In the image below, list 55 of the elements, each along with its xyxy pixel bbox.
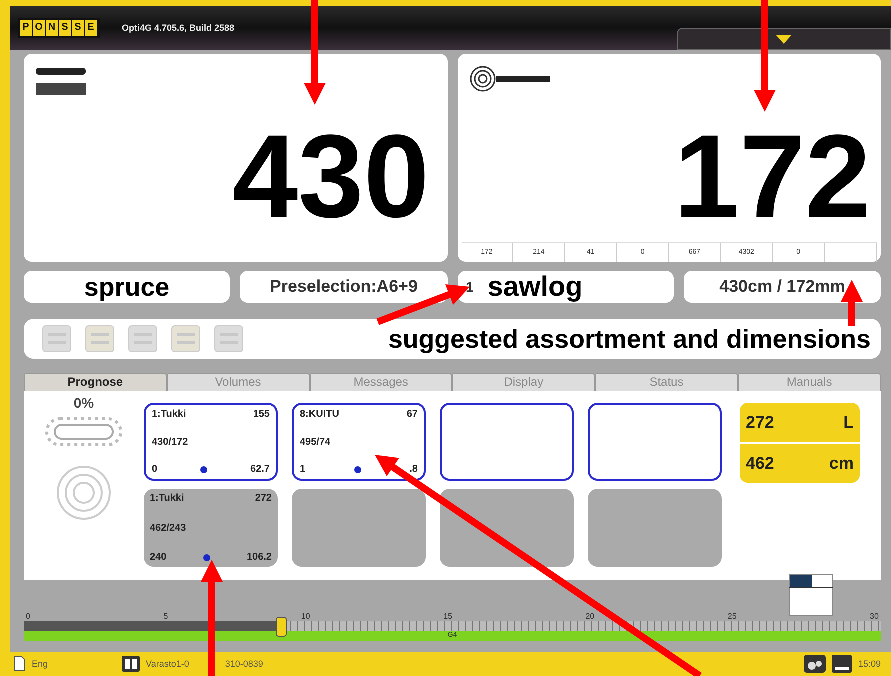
file-name-text: Varasto1-0 (146, 659, 190, 669)
summary-value: 462 (746, 454, 774, 474)
logo-letter: N (46, 20, 58, 36)
card-name: 8:KUITU (300, 409, 340, 420)
card-right-value: 106.2 (246, 552, 272, 563)
preselection-label: Preselection:A6+9 (240, 271, 448, 303)
logo-letter: P (20, 20, 32, 36)
tab[interactable]: Manuals (738, 373, 881, 391)
card-right-value: 62.7 (250, 464, 270, 475)
tab[interactable]: Prognose (24, 373, 167, 391)
version-text: Opti4G 4.705.6, Build 2588 (122, 23, 235, 33)
logo-letter: E (85, 20, 97, 36)
tab[interactable]: Status (595, 373, 738, 391)
scale-tick-label: 25 (728, 612, 737, 621)
tab[interactable]: Messages (310, 373, 452, 391)
logo-letter: S (72, 20, 84, 36)
percent-text: 0% (74, 395, 94, 411)
card-count: 67 (406, 409, 418, 420)
logo-letter: S (59, 20, 71, 36)
card-right-value: .8 (410, 464, 418, 475)
tab[interactable]: Volumes (166, 373, 310, 391)
prognose-card[interactable]: 8:KUITU 67 495/74 1 .8 (292, 403, 426, 481)
card-count: 272 (255, 493, 272, 504)
summary-value: 272 (746, 412, 774, 432)
prognose-card[interactable]: 1:Tukki 155 430/172 0 62.7 (144, 403, 278, 481)
scale-tick-label: 30 (870, 612, 879, 621)
scale-tick-label: 20 (586, 612, 595, 621)
species-label: spruce (24, 271, 230, 303)
card-name: 1:Tukki (150, 493, 184, 504)
card-name: 1:Tukki (152, 409, 186, 420)
scale-tick-label: 10 (301, 612, 310, 621)
tab[interactable]: Display (452, 373, 596, 391)
card-size: 495/74 (300, 436, 331, 448)
length-value: 430 (232, 118, 430, 236)
card-size: 462/243 (150, 522, 186, 534)
assortment-label: sawlog (488, 271, 583, 303)
history-card[interactable]: 1:Tukki 272 462/243 240 106.2 (144, 489, 278, 567)
card-left-value: 0 (152, 464, 158, 475)
card-left-value: 1 (300, 464, 306, 475)
assortment-number: 1 (466, 279, 474, 295)
dimensions-label: 430cm / 172mm (684, 271, 881, 303)
annotation-text: suggested assortment and dimensions (388, 324, 871, 354)
file-name-text: 310-0839 (225, 659, 264, 669)
card-left-value: 240 (150, 552, 167, 563)
card-count: 155 (253, 409, 270, 420)
clock-text: 15:09 (858, 659, 881, 669)
language-text: Eng (32, 659, 48, 669)
summary-unit: L (844, 412, 854, 432)
scale-tick-label: 15 (444, 612, 452, 621)
scale-tick-label: 0 (26, 612, 30, 621)
logo-letter: O (33, 20, 45, 36)
summary-unit: cm (829, 454, 854, 474)
diameter-value: 172 (674, 118, 871, 236)
scale-tick-label: 5 (164, 612, 168, 621)
card-size: 430/172 (152, 436, 188, 448)
